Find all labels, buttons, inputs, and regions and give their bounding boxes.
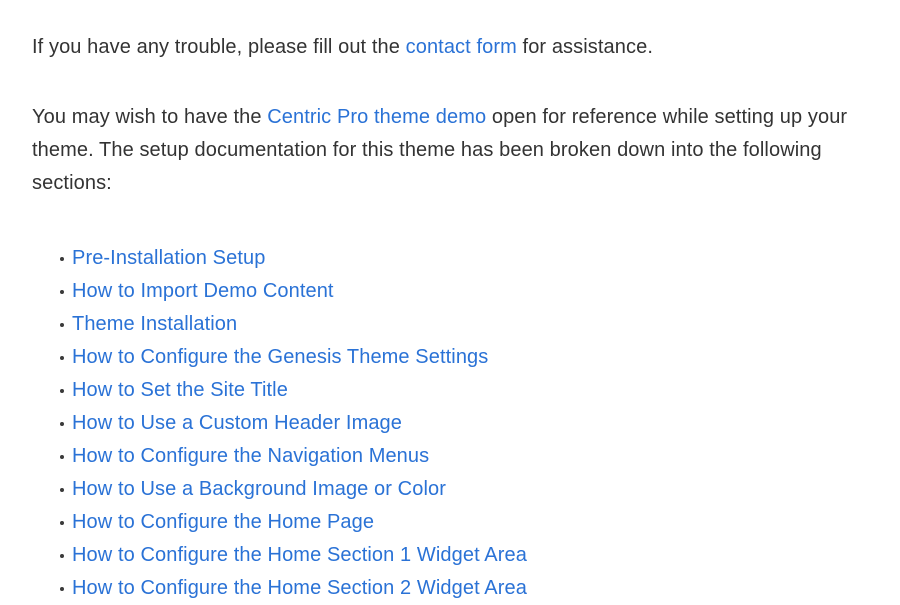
section-link[interactable]: How to Import Demo Content: [72, 280, 334, 302]
reference-paragraph: You may wish to have the Centric Pro the…: [32, 64, 898, 200]
bullet-icon: [60, 289, 64, 294]
section-link[interactable]: How to Use a Background Image or Color: [72, 478, 446, 500]
reference-text-before-link: You may wish to have the: [32, 106, 268, 128]
contact-form-link[interactable]: contact form: [406, 36, 517, 58]
list-item[interactable]: How to Use a Custom Header Image: [32, 407, 898, 440]
bullet-icon: [60, 454, 64, 459]
list-item[interactable]: How to Import Demo Content: [32, 275, 898, 308]
section-link[interactable]: Pre-Installation Setup: [72, 247, 265, 269]
section-link[interactable]: How to Configure the Home Page: [72, 511, 374, 533]
document-content: If you have any trouble, please fill out…: [0, 0, 900, 605]
bullet-icon: [60, 322, 64, 327]
bullet-icon: [60, 388, 64, 393]
bullet-icon: [60, 256, 64, 261]
list-item[interactable]: Pre-Installation Setup: [32, 242, 898, 275]
section-link[interactable]: Theme Installation: [72, 313, 237, 335]
section-link[interactable]: How to Configure the Navigation Menus: [72, 445, 429, 467]
section-link[interactable]: How to Use a Custom Header Image: [72, 412, 402, 434]
bullet-icon: [60, 355, 64, 360]
intro-text-before-link: If you have any trouble, please fill out…: [32, 36, 406, 58]
intro-paragraph: If you have any trouble, please fill out…: [32, 0, 898, 64]
section-link[interactable]: How to Configure the Home Section 2 Widg…: [72, 577, 527, 599]
list-item[interactable]: How to Set the Site Title: [32, 374, 898, 407]
section-link[interactable]: How to Set the Site Title: [72, 379, 288, 401]
bullet-icon: [60, 553, 64, 558]
list-item[interactable]: How to Configure the Home Page: [32, 506, 898, 539]
list-item[interactable]: How to Use a Background Image or Color: [32, 473, 898, 506]
centric-pro-theme-demo-link[interactable]: Centric Pro theme demo: [267, 106, 486, 128]
section-link[interactable]: How to Configure the Home Section 1 Widg…: [72, 544, 527, 566]
list-item[interactable]: How to Configure the Navigation Menus: [32, 440, 898, 473]
bullet-icon: [60, 487, 64, 492]
list-item[interactable]: Theme Installation: [32, 308, 898, 341]
section-link[interactable]: How to Configure the Genesis Theme Setti…: [72, 346, 488, 368]
list-item[interactable]: How to Configure the Genesis Theme Setti…: [32, 341, 898, 374]
bullet-icon: [60, 421, 64, 426]
bullet-icon: [60, 520, 64, 525]
list-item[interactable]: How to Configure the Home Section 1 Widg…: [32, 539, 898, 572]
list-item[interactable]: How to Configure the Home Section 2 Widg…: [32, 572, 898, 605]
intro-text-after-link: for assistance.: [516, 36, 653, 58]
setup-sections-list: Pre-Installation Setup How to Import Demo…: [32, 200, 898, 605]
bullet-icon: [60, 586, 64, 591]
